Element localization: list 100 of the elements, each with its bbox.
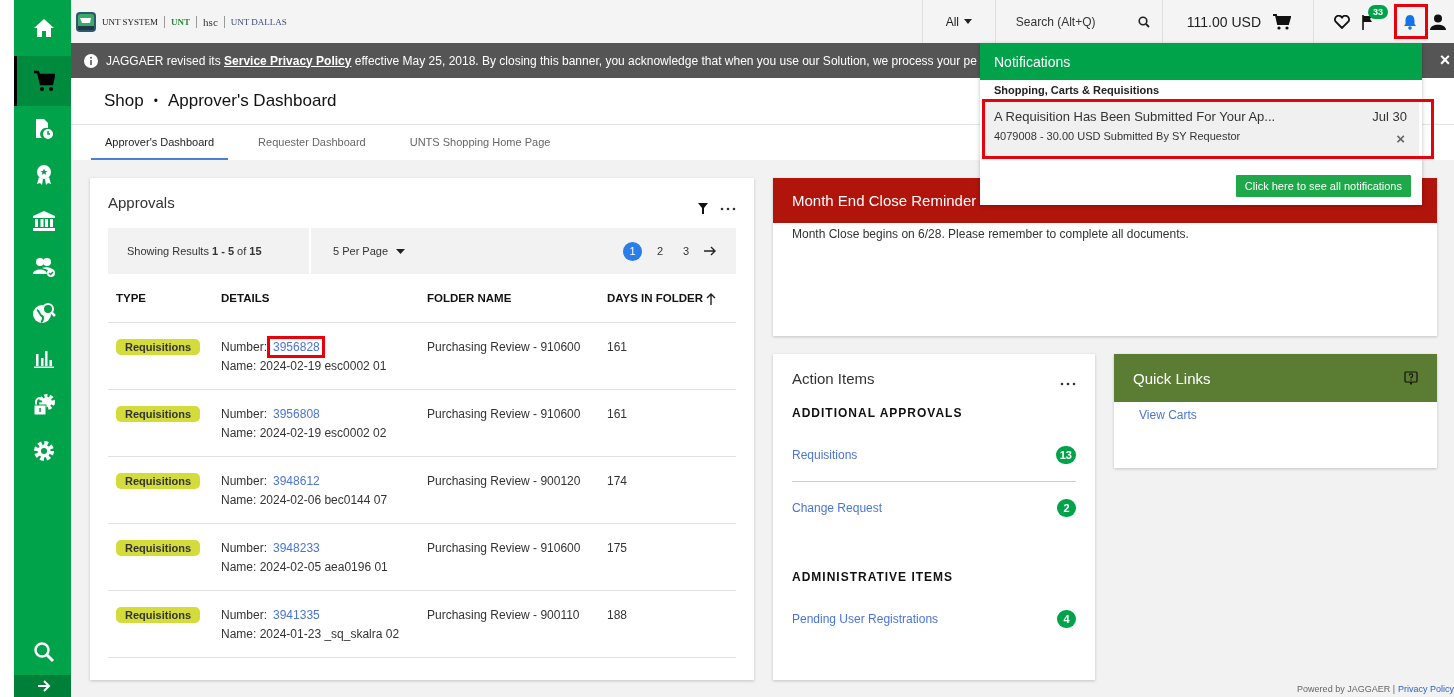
requisition-number-link[interactable]: 3956828 bbox=[273, 340, 320, 354]
page-title: Approver's Dashboard bbox=[167, 91, 337, 111]
document-clock-icon bbox=[34, 118, 54, 140]
section-heading: Shopping, Carts & Requisitions bbox=[993, 83, 1160, 98]
section-heading: ADMINISTRATIVE ITEMS bbox=[792, 570, 955, 584]
notification-title: A Requisition Has Been Submitted For Your Ap... bbox=[994, 109, 1276, 124]
flag-icon[interactable] bbox=[1362, 13, 1374, 30]
more-icon[interactable] bbox=[720, 206, 736, 211]
type-tag: Requisitions bbox=[116, 406, 200, 422]
bar-chart-icon bbox=[33, 349, 55, 369]
requisition-name: Name: 2024-02-05 aea0196 01 bbox=[221, 560, 388, 574]
requisition-name: Name: 2024-02-19 esc0002 01 bbox=[221, 359, 387, 373]
award-icon bbox=[35, 164, 53, 186]
sort-ascending-icon[interactable] bbox=[706, 293, 716, 305]
results-text: Showing Results 1 - 5 of 15 bbox=[127, 245, 262, 257]
breadcrumb-separator: • bbox=[153, 94, 158, 108]
type-tag: Requisitions bbox=[116, 540, 200, 556]
requisition-name: Name: 2024-02-06 bec0144 07 bbox=[221, 493, 388, 507]
arrow-right-icon bbox=[37, 680, 51, 692]
caret-icon bbox=[963, 19, 972, 24]
number-label: Number: bbox=[221, 340, 267, 354]
action-link[interactable]: Pending User Registrations bbox=[792, 612, 939, 626]
table-cell: 175 bbox=[607, 541, 628, 555]
search-icon bbox=[33, 641, 55, 663]
table-cell: Purchasing Review - 910600 bbox=[427, 340, 581, 354]
type-tag: Requisitions bbox=[116, 339, 200, 355]
number-label: Number: bbox=[221, 474, 267, 488]
type-tag: Requisitions bbox=[116, 473, 200, 489]
count-badge: 2 bbox=[1057, 499, 1076, 517]
number-label: Number: bbox=[221, 541, 267, 555]
card-title: Month End Close Reminder bbox=[792, 192, 977, 209]
column-header: FOLDER NAME bbox=[427, 292, 513, 304]
card-title: Approvals bbox=[108, 194, 175, 211]
caret-icon bbox=[396, 248, 406, 254]
heart-icon[interactable] bbox=[1334, 14, 1350, 29]
count-badge: 4 bbox=[1057, 610, 1076, 628]
notification-date: Jul 30 bbox=[1372, 109, 1407, 124]
table-cell: 161 bbox=[607, 340, 628, 354]
bell-icon[interactable] bbox=[1402, 13, 1418, 30]
logo-text: UNT DALLAS bbox=[230, 16, 287, 27]
requisition-name: Name: 2024-02-19 esc0002 02 bbox=[221, 426, 387, 440]
tab[interactable]: Requester Dashboard bbox=[244, 125, 380, 160]
cart-logo-icon bbox=[76, 11, 96, 32]
lock-gear-icon bbox=[32, 393, 56, 417]
policy-link[interactable]: Service Privacy Policy bbox=[224, 53, 352, 68]
table-cell: 188 bbox=[607, 608, 628, 622]
logo-text: UNT SYSTEM bbox=[102, 16, 159, 27]
requisition-name: Name: 2024-01-23 _sq_skalra 02 bbox=[221, 627, 400, 641]
user-icon[interactable] bbox=[1430, 13, 1446, 30]
action-link[interactable]: Requisitions bbox=[792, 448, 858, 462]
requisition-number-link[interactable]: 3948233 bbox=[273, 541, 320, 555]
tab[interactable]: UNTS Shopping Home Page bbox=[395, 125, 565, 160]
quick-link[interactable]: View Carts bbox=[1139, 408, 1197, 422]
table-cell: Purchasing Review - 910600 bbox=[427, 541, 581, 555]
footer-text: Powered by JAGGAER | bbox=[1297, 683, 1395, 694]
per-page-dropdown[interactable]: 5 Per Page bbox=[333, 245, 406, 257]
cart-icon bbox=[1273, 13, 1291, 30]
expand-button[interactable] bbox=[14, 675, 71, 697]
notification-item[interactable]: A Requisition Has Been Submitted For Your Ap... Jul 30 4079008 - 30.00 USD Submitted By SY Requestor × bbox=[985, 102, 1419, 156]
table-cell: Purchasing Review - 900120 bbox=[427, 474, 581, 488]
table-cell: 174 bbox=[607, 474, 628, 488]
cart-icon bbox=[33, 70, 55, 92]
column-header: DETAILS bbox=[221, 292, 271, 304]
dropdown-title: Notifications bbox=[994, 53, 1071, 70]
table-cell: Purchasing Review - 900110 bbox=[427, 608, 580, 622]
close-button[interactable]: × bbox=[1396, 130, 1405, 147]
action-link[interactable]: Change Request bbox=[792, 501, 883, 515]
banner-text: JAGGAER revised its Service Privacy Policy effective May 25, 2018. By closing this banner, you acknowledge that when you use our Solution, we process your pe bbox=[106, 53, 977, 68]
page-button[interactable]: 2 bbox=[652, 243, 668, 259]
column-header: TYPE bbox=[116, 292, 148, 304]
number-label: Number: bbox=[221, 407, 267, 421]
section-heading: ADDITIONAL APPROVALS bbox=[792, 406, 964, 420]
requisition-number-link[interactable]: 3948612 bbox=[273, 474, 320, 488]
next-page-icon[interactable] bbox=[704, 246, 717, 256]
more-icon[interactable] bbox=[1060, 382, 1076, 386]
page-button[interactable]: 3 bbox=[678, 243, 694, 259]
column-header[interactable]: DAYS IN FOLDER bbox=[607, 292, 736, 304]
count-badge: 13 bbox=[1055, 446, 1076, 464]
card-title: Action Items bbox=[792, 370, 875, 387]
page-button[interactable]: 1 bbox=[623, 241, 642, 261]
home-icon bbox=[33, 18, 55, 38]
breadcrumb-link[interactable]: Shop bbox=[104, 91, 144, 111]
search-field[interactable]: Search (Alt+Q) bbox=[1013, 13, 1138, 30]
card-title: Quick Links bbox=[1133, 369, 1211, 387]
help-icon[interactable] bbox=[1404, 371, 1418, 385]
tab[interactable]: Approver's Dashboard bbox=[91, 125, 229, 160]
highlight-box bbox=[267, 336, 325, 358]
privacy-link[interactable]: Privacy Policy bbox=[1398, 683, 1454, 694]
requisition-number-link[interactable]: 3956808 bbox=[273, 407, 320, 421]
sidebar-item[interactable] bbox=[14, 56, 71, 106]
users-icon bbox=[32, 256, 56, 278]
close-button[interactable]: × bbox=[1436, 50, 1454, 71]
reminder-text: Month Close begins on 6/28. Please remember to complete all documents. bbox=[792, 227, 1190, 241]
search-icon bbox=[1137, 15, 1150, 28]
table-cell: 161 bbox=[607, 407, 628, 421]
filter-icon[interactable] bbox=[698, 203, 708, 214]
type-tag: Requisitions bbox=[116, 607, 200, 623]
notification-detail: 4079008 - 30.00 USD Submitted By SY Requestor bbox=[994, 130, 1241, 144]
settings-icon bbox=[33, 440, 55, 462]
requisition-number-link[interactable]: 3941335 bbox=[273, 608, 320, 622]
